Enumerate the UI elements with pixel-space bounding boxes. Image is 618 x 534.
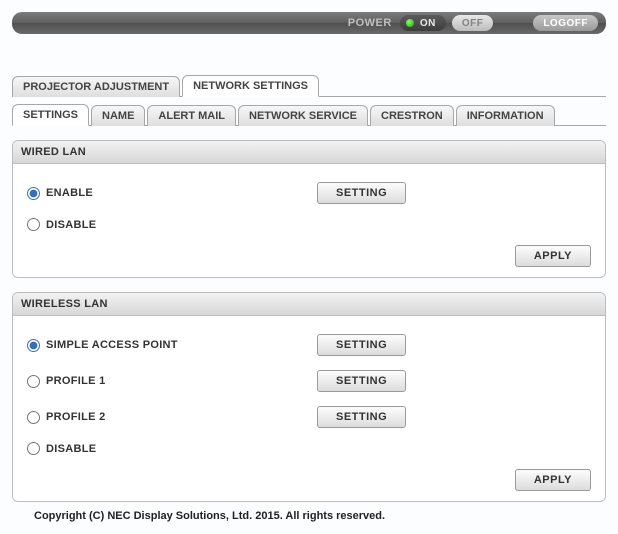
wireless-profile1-setting-button[interactable]: SETTING: [317, 370, 406, 392]
wired-disable-label: DISABLE: [46, 219, 96, 231]
wireless-disable-label: DISABLE: [46, 443, 96, 455]
wired-lan-panel: WIRED LAN ENABLE SETTING DISABLE APPLY: [12, 140, 606, 278]
wired-lan-title: WIRED LAN: [13, 141, 605, 164]
wireless-profile2-setting-button[interactable]: SETTING: [317, 406, 406, 428]
sub-tabs: SETTINGS NAME ALERT MAIL NETWORK SERVICE…: [12, 103, 606, 126]
wireless-sap-label: SIMPLE ACCESS POINT: [46, 339, 178, 351]
wired-disable-radio[interactable]: [27, 218, 40, 231]
logoff-button[interactable]: LOGOFF: [533, 15, 598, 31]
wireless-disable-radio[interactable]: [27, 442, 40, 455]
tab-network-service[interactable]: NETWORK SERVICE: [238, 105, 368, 126]
wireless-profile2-radio[interactable]: [27, 411, 40, 424]
wireless-sap-setting-button[interactable]: SETTING: [317, 334, 406, 356]
power-label: POWER: [348, 17, 392, 29]
wired-apply-button[interactable]: APPLY: [515, 245, 591, 267]
wireless-apply-button[interactable]: APPLY: [515, 469, 591, 491]
main-tabs: PROJECTOR ADJUSTMENT NETWORK SETTINGS: [12, 74, 606, 97]
wireless-lan-panel: WIRELESS LAN SIMPLE ACCESS POINT SETTING…: [12, 292, 606, 502]
copyright-footer: Copyright (C) NEC Display Solutions, Ltd…: [12, 510, 606, 522]
wireless-profile2-label: PROFILE 2: [46, 411, 106, 423]
wired-setting-button[interactable]: SETTING: [317, 182, 406, 204]
wireless-lan-title: WIRELESS LAN: [13, 293, 605, 316]
tab-network-settings[interactable]: NETWORK SETTINGS: [182, 75, 319, 97]
tab-settings[interactable]: SETTINGS: [12, 104, 89, 126]
top-status-bar: POWER ON OFF LOGOFF: [12, 12, 606, 34]
power-on-button[interactable]: ON: [400, 15, 446, 31]
wireless-profile1-label: PROFILE 1: [46, 375, 106, 387]
power-off-button[interactable]: OFF: [452, 15, 494, 31]
tab-projector-adjustment[interactable]: PROJECTOR ADJUSTMENT: [12, 76, 180, 97]
tab-information[interactable]: INFORMATION: [456, 105, 555, 126]
wireless-sap-radio[interactable]: [27, 339, 40, 352]
wired-enable-radio[interactable]: [27, 187, 40, 200]
tab-name[interactable]: NAME: [91, 105, 145, 126]
wireless-profile1-radio[interactable]: [27, 375, 40, 388]
tab-alert-mail[interactable]: ALERT MAIL: [147, 105, 236, 126]
wired-enable-label: ENABLE: [46, 187, 93, 199]
tab-crestron[interactable]: CRESTRON: [370, 105, 454, 126]
